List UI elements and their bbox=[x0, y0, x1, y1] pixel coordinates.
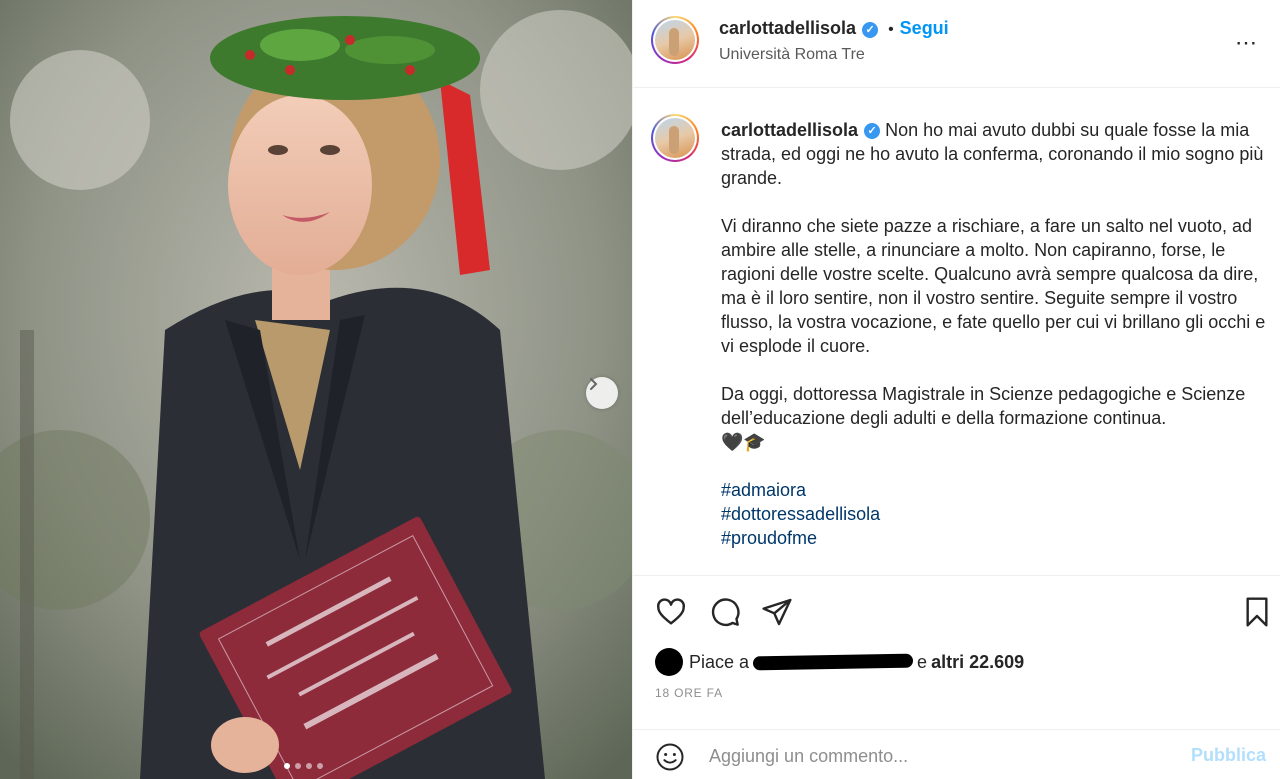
emoji-icon[interactable] bbox=[655, 742, 685, 772]
caption-paragraph-3: Da oggi, dottoressa Magistrale in Scienz… bbox=[721, 384, 1246, 428]
post-timestamp[interactable]: 18 ORE FA bbox=[655, 686, 723, 700]
action-bar bbox=[633, 576, 1280, 648]
verified-badge-icon: ✓ bbox=[862, 21, 879, 38]
post-location[interactable]: Università Roma Tre bbox=[719, 46, 865, 64]
likes-prefix: Piace a bbox=[689, 651, 750, 672]
comment-bar: Pubblica bbox=[633, 729, 1280, 779]
caption-emojis: 🖤🎓 bbox=[721, 432, 766, 452]
carousel-dot bbox=[284, 763, 290, 769]
hashtag-link[interactable]: #dottoressadellisola bbox=[721, 502, 1273, 526]
comment-icon[interactable] bbox=[709, 596, 741, 628]
separator-dot: • bbox=[888, 20, 894, 38]
post-photo bbox=[0, 0, 632, 779]
likes-count-link[interactable]: altri 22.609 bbox=[931, 652, 1024, 673]
carousel-dot bbox=[295, 763, 301, 769]
post-sidebar: carlottadellisola ✓ • Segui Università Roma… bbox=[632, 0, 1280, 779]
publish-button[interactable]: Pubblica bbox=[1191, 745, 1266, 766]
hashtag-list: #admaiora #dottoressadellisola #proudofm… bbox=[721, 478, 1273, 550]
post-media[interactable] bbox=[0, 0, 632, 779]
caption-paragraph-2: Vi diranno che siete pazze a rischiare, … bbox=[721, 216, 1266, 356]
more-options-icon[interactable]: ⋯ bbox=[1235, 30, 1258, 56]
hashtag-link[interactable]: #admaiora bbox=[721, 478, 1273, 502]
author-username[interactable]: carlottadellisola bbox=[719, 18, 856, 38]
heart-icon[interactable] bbox=[655, 596, 687, 628]
verified-badge-icon: ✓ bbox=[864, 123, 881, 140]
comment-input[interactable] bbox=[707, 740, 1171, 772]
redacted-username bbox=[752, 653, 914, 671]
post-header: carlottadellisola ✓ • Segui Università Roma… bbox=[633, 0, 1280, 88]
caption-author-avatar[interactable] bbox=[651, 114, 699, 162]
likes-suffix: e bbox=[917, 651, 928, 672]
author-avatar[interactable] bbox=[651, 16, 699, 64]
caption-username[interactable]: carlottadellisola bbox=[721, 120, 858, 140]
bookmark-icon[interactable] bbox=[1243, 596, 1271, 628]
carousel-dot bbox=[306, 763, 312, 769]
carousel-dot bbox=[317, 763, 323, 769]
instagram-post: carlottadellisola ✓ • Segui Università Roma… bbox=[0, 0, 1280, 779]
hashtag-link[interactable]: #proudofme bbox=[721, 526, 1273, 550]
carousel-indicator bbox=[284, 763, 323, 769]
next-slide-button[interactable] bbox=[586, 377, 618, 409]
follow-button[interactable]: Segui bbox=[900, 18, 949, 38]
likes-summary: Piace a e altri 22.609 bbox=[655, 648, 1275, 676]
liker-avatar[interactable] bbox=[655, 648, 683, 676]
post-caption: carlottadellisola ✓ Non ho mai avuto dubb… bbox=[721, 118, 1273, 550]
chevron-right-icon bbox=[590, 378, 598, 390]
share-icon[interactable] bbox=[761, 596, 793, 628]
caption-section[interactable]: carlottadellisola ✓ Non ho mai avuto dubb… bbox=[633, 88, 1280, 576]
